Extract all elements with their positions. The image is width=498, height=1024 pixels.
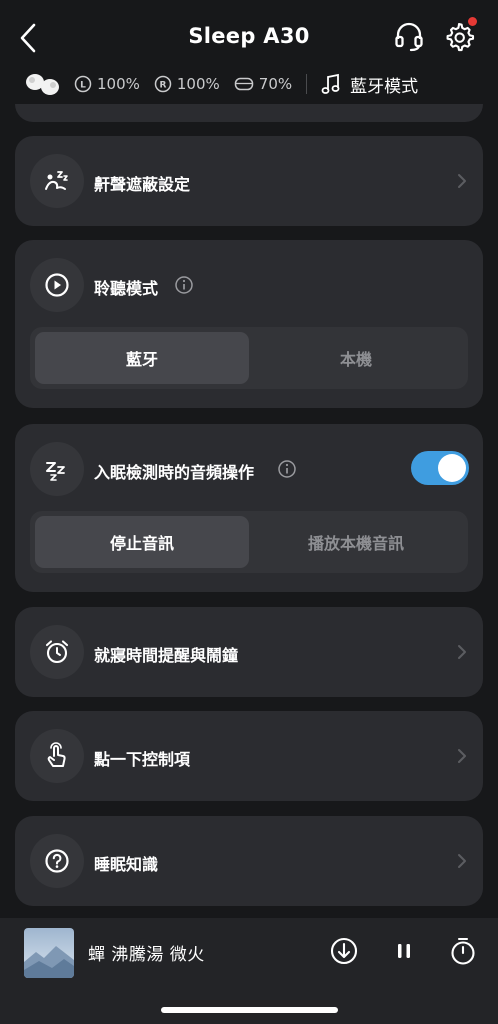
- listen-mode-selector: 藍牙 本機: [30, 327, 468, 389]
- question-circle-icon: [30, 834, 84, 888]
- snore-masking-card[interactable]: 鼾聲遮蔽設定: [15, 136, 483, 226]
- chevron-right-icon: [458, 854, 466, 868]
- sleep-timer-button[interactable]: [446, 934, 480, 968]
- info-icon[interactable]: [277, 459, 297, 479]
- left-earbud-icon: L: [74, 75, 92, 93]
- left-glyph: L: [80, 81, 86, 91]
- right-battery-value: 100%: [176, 75, 220, 93]
- left-battery-value: 100%: [97, 75, 140, 93]
- charging-case-icon: [234, 77, 254, 91]
- snore-masking-label: 鼾聲遮蔽設定: [94, 175, 191, 194]
- chevron-right-icon: [458, 174, 466, 188]
- sleep-detection-label: 入眠檢測時的音頻操作: [94, 463, 255, 482]
- previous-card-edge: [15, 104, 483, 122]
- sleep-knowledge-label: 睡眠知識: [94, 855, 159, 874]
- album-art[interactable]: [24, 928, 74, 978]
- mini-player: 蟬 沸騰湯 微火: [0, 918, 498, 1024]
- music-note-icon: [321, 73, 340, 94]
- headset-icon: [395, 22, 423, 52]
- download-icon: [330, 937, 358, 965]
- listen-option-local[interactable]: 本機: [249, 332, 463, 384]
- case-battery-value: 70%: [258, 75, 293, 93]
- connection-mode: 藍牙模式: [321, 72, 418, 97]
- tap-controls-card[interactable]: 點一下控制項: [15, 711, 483, 801]
- audio-option-stop[interactable]: 停止音訊: [35, 516, 249, 568]
- tap-hand-icon: [30, 729, 84, 783]
- bedtime-alarm-label: 就寢時間提醒與鬧鐘: [94, 646, 239, 665]
- right-battery: R 100%: [154, 75, 220, 93]
- bedtime-alarm-card[interactable]: 就寢時間提醒與鬧鐘: [15, 607, 483, 697]
- zzz-icon: [30, 442, 84, 496]
- audio-option-play-local[interactable]: 播放本機音訊: [249, 516, 463, 568]
- info-icon[interactable]: [174, 275, 194, 295]
- sleep-knowledge-card[interactable]: 睡眠知識: [15, 816, 483, 906]
- earbuds-icon: [22, 70, 62, 98]
- track-title: 蟬 沸騰湯 微火: [88, 945, 205, 965]
- right-earbud-icon: R: [154, 75, 172, 93]
- chevron-right-icon: [458, 749, 466, 763]
- tap-controls-label: 點一下控制項: [94, 750, 191, 769]
- notification-dot: [468, 17, 477, 26]
- sleep-detection-card: 入眠檢測時的音頻操作 停止音訊 播放本機音訊: [15, 424, 483, 592]
- device-status-row: L 100% R 100% 70% 藍牙模式: [22, 68, 488, 100]
- timer-icon: [451, 937, 475, 965]
- toggle-knob: [438, 454, 466, 482]
- mode-label: 藍牙模式: [350, 76, 419, 97]
- right-glyph: R: [159, 81, 166, 91]
- alarm-clock-icon: [30, 625, 84, 679]
- listen-option-bluetooth[interactable]: 藍牙: [35, 332, 249, 384]
- listen-mode-label: 聆聽模式: [94, 279, 159, 298]
- case-battery: 70%: [234, 75, 292, 93]
- support-button[interactable]: [392, 20, 426, 54]
- left-battery: L 100%: [74, 75, 140, 93]
- divider: [306, 74, 308, 94]
- chevron-right-icon: [458, 645, 466, 659]
- listen-mode-card: 聆聽模式 藍牙 本機: [15, 240, 483, 408]
- play-circle-icon: [30, 258, 84, 312]
- home-indicator: [161, 1007, 338, 1013]
- pause-button[interactable]: [387, 934, 421, 968]
- sleep-detection-toggle[interactable]: [411, 451, 469, 485]
- pause-icon: [398, 944, 410, 958]
- snore-masking-icon: [30, 154, 84, 208]
- audio-action-selector: 停止音訊 播放本機音訊: [30, 511, 468, 573]
- download-button[interactable]: [327, 934, 361, 968]
